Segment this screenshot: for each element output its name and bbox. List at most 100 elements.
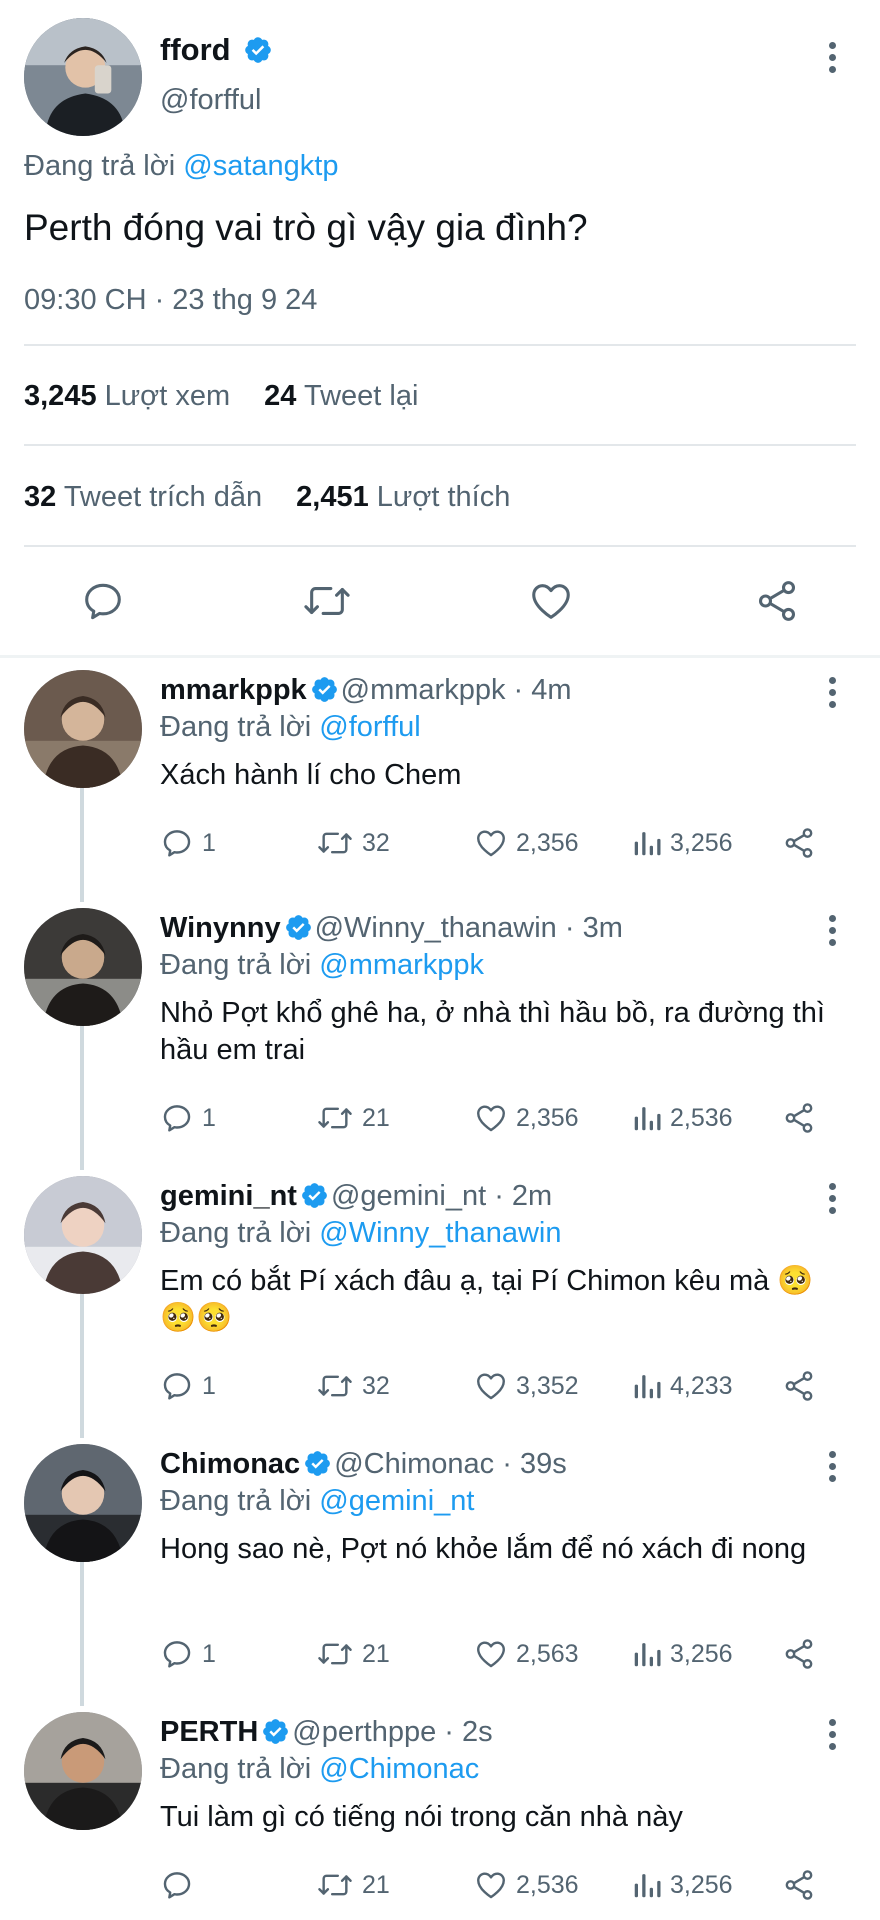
likes-stat[interactable]: 2,451 Lượt thích xyxy=(296,481,510,513)
replying-to-link[interactable]: @Winny_thanawin xyxy=(319,1217,561,1249)
more-vertical-icon[interactable] xyxy=(826,915,838,951)
retweet-button[interactable]: 21 xyxy=(316,1634,390,1674)
replying-to-link[interactable]: @forfful xyxy=(319,711,420,743)
reply-time[interactable]: · 39s xyxy=(502,1448,566,1480)
retweets-stat[interactable]: 24 Tweet lại xyxy=(264,380,418,412)
like-button[interactable]: 2,356 xyxy=(474,823,579,863)
reply-header: Chimonac @Chimonac · 39s xyxy=(160,1446,567,1482)
views-button[interactable]: 3,256 xyxy=(632,823,733,863)
verified-badge-icon xyxy=(245,37,272,63)
replying-to-link[interactable]: @Chimonac xyxy=(319,1753,479,1785)
author-handle[interactable]: @Chimonac xyxy=(334,1448,494,1480)
share-button[interactable] xyxy=(782,1865,816,1905)
more-vertical-icon[interactable] xyxy=(826,1183,838,1219)
author-handle[interactable]: @gemini_nt xyxy=(331,1180,486,1212)
tweet-timestamp[interactable]: 09:30 CH · 23 thg 9 24 xyxy=(24,282,317,318)
share-button[interactable] xyxy=(782,1634,816,1674)
retweet-icon xyxy=(318,1375,352,1397)
reply-button[interactable]: 1 xyxy=(160,823,216,863)
thread-line xyxy=(80,780,84,902)
author-line: fford xyxy=(160,30,273,70)
avatar[interactable] xyxy=(24,18,142,136)
more-vertical-icon[interactable] xyxy=(826,1451,838,1487)
avatar[interactable] xyxy=(24,1176,142,1294)
reply-button[interactable]: 1 xyxy=(160,1366,216,1406)
retweet-count: 21 xyxy=(362,1870,390,1899)
author-handle[interactable]: @perthppe xyxy=(292,1716,436,1748)
reply-button[interactable] xyxy=(80,578,126,624)
more-vertical-icon[interactable] xyxy=(826,42,838,78)
views-icon xyxy=(634,832,661,856)
views-button[interactable]: 2,536 xyxy=(632,1098,733,1138)
like-button[interactable]: 2,536 xyxy=(474,1865,579,1905)
avatar-image xyxy=(24,1444,142,1562)
author-handle[interactable]: @forfful xyxy=(160,82,261,118)
views-button[interactable]: 3,256 xyxy=(632,1865,733,1905)
avatar[interactable] xyxy=(24,1444,142,1562)
reply-actions: 1 32 2,356 3,256 xyxy=(160,823,840,863)
like-button[interactable]: 2,563 xyxy=(474,1634,579,1674)
more-vertical-icon[interactable] xyxy=(826,1719,838,1755)
share-icon xyxy=(758,581,796,621)
like-button[interactable] xyxy=(528,578,574,624)
retweet-button[interactable]: 32 xyxy=(316,823,390,863)
more-vertical-icon[interactable] xyxy=(826,677,838,713)
heart-icon xyxy=(532,584,570,619)
display-name[interactable]: fford xyxy=(160,32,231,67)
verified-badge-icon xyxy=(302,1182,327,1208)
heart-icon xyxy=(477,1641,505,1668)
reply-button[interactable]: 1 xyxy=(160,1634,216,1674)
verified-badge-icon xyxy=(311,676,337,702)
display-name[interactable]: PERTH xyxy=(160,1716,258,1748)
display-name[interactable]: Winynny xyxy=(160,912,281,944)
retweet-button[interactable]: 32 xyxy=(316,1366,390,1406)
reply-actions: 1 21 2,356 2,536 xyxy=(160,1098,840,1138)
reply-header: Winynny @Winny_thanawin · 3m xyxy=(160,910,623,946)
reply-button[interactable]: 1 xyxy=(160,1098,216,1138)
reply-time[interactable]: · 4m xyxy=(514,674,572,706)
display-name[interactable]: gemini_nt xyxy=(160,1180,297,1212)
avatar[interactable] xyxy=(24,1712,142,1830)
share-icon xyxy=(785,1870,813,1900)
replying-to-link[interactable]: @mmarkppk xyxy=(319,949,484,981)
retweet-icon xyxy=(318,1107,352,1129)
reply-time[interactable]: · 3m xyxy=(565,912,623,944)
share-button[interactable] xyxy=(754,578,800,624)
replying-to-link[interactable]: @satangktp xyxy=(183,150,338,182)
display-name[interactable]: Chimonac xyxy=(160,1448,300,1480)
retweet-button[interactable] xyxy=(302,578,352,624)
share-button[interactable] xyxy=(782,1366,816,1406)
reply-icon xyxy=(163,1105,191,1132)
display-name[interactable]: mmarkppk xyxy=(160,674,307,706)
main-tweet: fford @forfful Đang trả lời @satangktp P… xyxy=(0,0,880,655)
reply-time[interactable]: · 2m xyxy=(494,1180,552,1212)
like-button[interactable]: 2,356 xyxy=(474,1098,579,1138)
quotes-stat[interactable]: 32 Tweet trích dẫn xyxy=(24,481,262,513)
avatar[interactable] xyxy=(24,908,142,1026)
reply-time[interactable]: · 2s xyxy=(444,1716,492,1748)
reply-icon xyxy=(85,583,121,620)
reply-text: Tui làm gì có tiếng nói trong căn nhà nà… xyxy=(160,1801,683,1833)
share-button[interactable] xyxy=(782,823,816,863)
views-stat[interactable]: 3,245 Lượt xem xyxy=(24,380,230,412)
views-icon xyxy=(634,1874,661,1898)
like-button[interactable]: 3,352 xyxy=(474,1366,579,1406)
views-button[interactable]: 3,256 xyxy=(632,1634,733,1674)
like-count: 2,356 xyxy=(516,828,579,857)
retweet-button[interactable]: 21 xyxy=(316,1865,390,1905)
reply-button[interactable] xyxy=(160,1865,202,1905)
retweet-button[interactable]: 21 xyxy=(316,1098,390,1138)
author-handle[interactable]: @Winny_thanawin xyxy=(315,912,557,944)
replying-to-link[interactable]: @gemini_nt xyxy=(319,1485,474,1517)
share-button[interactable] xyxy=(782,1098,816,1138)
views-count: 3,245 xyxy=(24,380,97,412)
reply-icon xyxy=(163,1872,191,1899)
verified-badge-icon xyxy=(305,1450,331,1476)
views-button[interactable]: 4,233 xyxy=(632,1366,733,1406)
avatar[interactable] xyxy=(24,670,142,788)
view-count: 2,536 xyxy=(670,1103,733,1132)
avatar-image xyxy=(24,1712,142,1830)
author-handle[interactable]: @mmarkppk xyxy=(341,674,506,706)
replying-to-line: Đang trả lời @mmarkppk xyxy=(160,947,484,983)
verified-badge-icon xyxy=(285,914,311,940)
